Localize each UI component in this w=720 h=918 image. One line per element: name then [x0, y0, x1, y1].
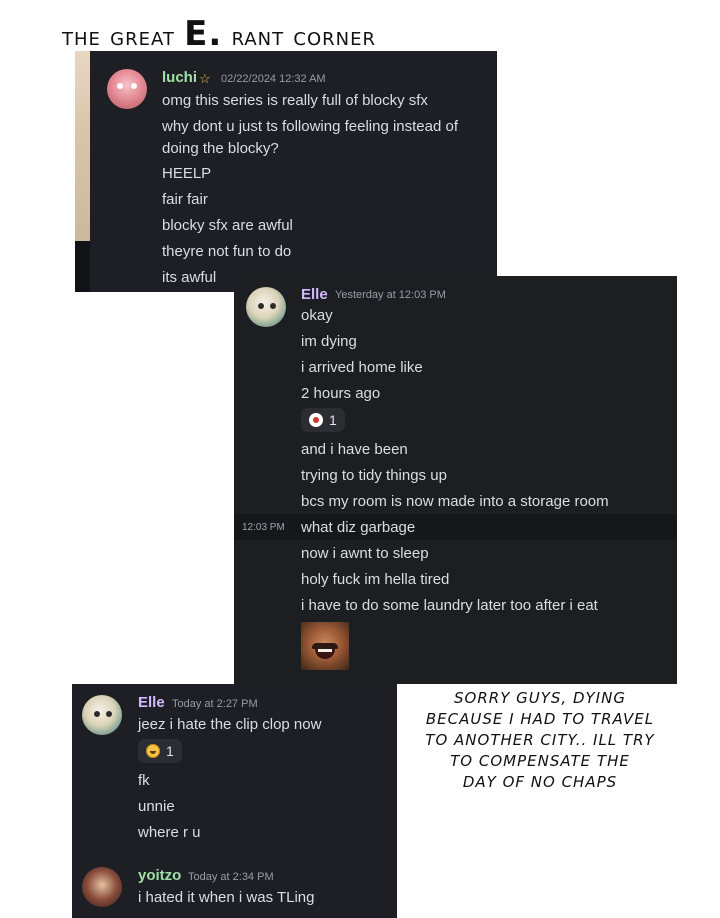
chat-screenshot-luchi: luchi ☆ 02/22/2024 12:32 AM omg this ser…: [75, 51, 497, 292]
note-line: day of no chaps: [462, 773, 618, 791]
timestamp: Today at 2:34 PM: [188, 871, 274, 883]
timestamp: Today at 2:27 PM: [172, 698, 258, 710]
translator-note: Sorry guys, dying because I had to trave…: [400, 688, 680, 793]
avatar[interactable]: [82, 867, 122, 907]
message-text: bcs my room is now made into a storage r…: [301, 493, 609, 510]
title-suffix: rant corner: [222, 22, 376, 52]
title-big: E.: [184, 14, 223, 54]
message-text: i hated it when i was TLing: [138, 889, 315, 906]
username[interactable]: Elle: [301, 286, 328, 303]
message-text: what diz garbage: [301, 519, 416, 536]
chat-screenshot-elle-yesterday: Elle Yesterday at 12:03 PM okay im dying…: [234, 276, 677, 684]
message-text: i have to do some laundry later too afte…: [301, 597, 598, 614]
message-text: 2 hours ago: [301, 385, 381, 402]
message-text: why dont u just ts following feeling ins…: [162, 118, 459, 135]
message-text: and i have been: [301, 441, 408, 458]
message-text: fk: [138, 772, 150, 789]
message-text: i arrived home like: [301, 359, 423, 376]
reaction-button[interactable]: 1: [301, 408, 345, 432]
reaction-button[interactable]: 1: [138, 739, 182, 763]
message-text: theyre not fun to do: [162, 243, 292, 260]
message-text: now i awnt to sleep: [301, 545, 429, 562]
title-prefix: the great: [62, 22, 185, 52]
username[interactable]: yoitzo: [138, 867, 181, 884]
reaction-count: 1: [329, 412, 337, 428]
note-line: Sorry guys, dying: [454, 689, 626, 707]
hover-timestamp: 12:03 PM: [242, 522, 285, 533]
chat-screenshot-today: Elle Today at 2:27 PM jeez i hate the cl…: [72, 684, 397, 918]
avatar[interactable]: [107, 69, 147, 109]
message-text: jeez i hate the clip clop now: [138, 716, 322, 733]
side-image-strip: [75, 51, 90, 241]
message-text: fair fair: [162, 191, 208, 208]
message-text: holy fuck im hella tired: [301, 571, 450, 588]
red-dot-emoji-icon: [309, 413, 323, 427]
message-text: where r u: [138, 824, 201, 841]
avatar[interactable]: [246, 287, 286, 327]
note-line: to compensate the: [450, 752, 630, 770]
timestamp: Yesterday at 12:03 PM: [335, 289, 446, 301]
message-text: unnie: [138, 798, 175, 815]
message-text: okay: [301, 307, 333, 324]
note-line: to another city.. Ill try: [425, 731, 655, 749]
side-image-strip-dark: [75, 241, 90, 292]
timestamp: 02/22/2024 12:32 AM: [221, 73, 326, 85]
laughing-man-emoji-icon: [301, 622, 349, 670]
message-text: trying to tidy things up: [301, 467, 447, 484]
username[interactable]: luchi: [162, 69, 197, 86]
avatar[interactable]: [82, 695, 122, 735]
message-text: omg this series is really full of blocky…: [162, 92, 428, 109]
message-text: blocky sfx are awful: [162, 217, 293, 234]
laughing-emoji-icon: [146, 744, 160, 758]
page-title: the great E. rant corner: [62, 14, 376, 54]
reaction-count: 1: [166, 743, 174, 759]
message-text: doing the blocky?: [162, 140, 279, 157]
star-icon: ☆: [199, 71, 211, 86]
note-line: because I had to travel: [425, 710, 655, 728]
message-text: im dying: [301, 333, 357, 350]
username[interactable]: Elle: [138, 694, 165, 711]
message-text: HEELP: [162, 165, 212, 182]
message-text: its awful: [162, 269, 217, 286]
